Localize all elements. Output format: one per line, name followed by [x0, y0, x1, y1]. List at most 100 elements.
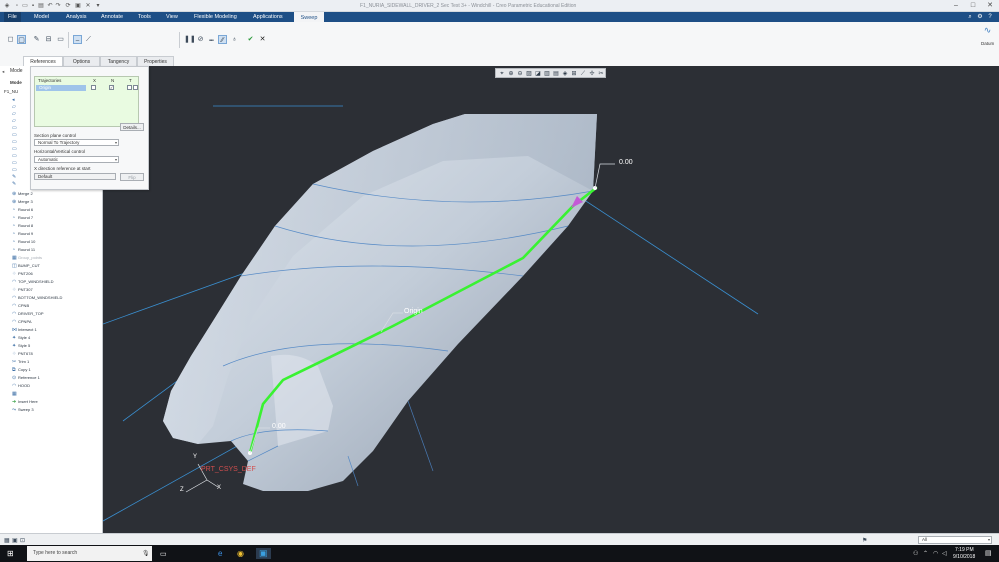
refit-icon[interactable]: ⌖ — [498, 70, 506, 78]
menu-file[interactable]: File — [4, 12, 21, 22]
datum-icon[interactable]: ∿ — [983, 26, 992, 35]
people-icon[interactable]: ⚇ — [913, 550, 918, 557]
solid-icon[interactable]: ◻ — [6, 35, 15, 44]
tab-options[interactable]: Options — [63, 56, 100, 66]
tree-item-pnt678[interactable]: ⁘ PNT678 — [12, 350, 33, 357]
tab-properties[interactable]: Properties — [137, 56, 174, 66]
tree-item[interactable]: ▭ — [12, 159, 18, 166]
menu-analysis[interactable]: Analysis — [62, 12, 90, 22]
tree-item[interactable]: ▦ — [12, 390, 18, 397]
new-icon[interactable]: ▫ — [13, 2, 21, 10]
zoom-out-icon[interactable]: ⊖ — [516, 70, 524, 78]
selection-filter-select[interactable]: All ▾ — [918, 536, 992, 544]
undo-icon[interactable]: ↶ — [46, 2, 54, 10]
menu-annotate[interactable]: Annotate — [97, 12, 127, 22]
tree-item-reference-1[interactable]: ⊙ Reference 1 — [12, 374, 40, 381]
details-button[interactable]: Details... — [120, 123, 144, 131]
clock-date[interactable]: 9/10/2018 — [953, 554, 975, 560]
tree-item[interactable]: ▭ — [12, 152, 18, 159]
maximize-icon[interactable]: □ — [966, 1, 980, 11]
model-tree-tab[interactable]: Mode — [10, 68, 23, 74]
tree-item-intersect-1[interactable]: ⋈Intersect 1 — [12, 326, 37, 333]
microphone-icon[interactable]: 🎙 — [142, 550, 150, 557]
navigator-icon[interactable]: ▦ — [4, 537, 10, 544]
tree-item[interactable]: ✎ — [12, 173, 18, 180]
tree-item-round-10[interactable]: ◔ Round 10 — [12, 238, 35, 245]
menu-view[interactable]: View — [162, 12, 182, 22]
dimension-label-bottom[interactable]: 0.00 — [272, 423, 286, 430]
sketch-icon[interactable]: ✎ — [32, 35, 41, 44]
clock-time[interactable]: 7:19 PM — [955, 547, 974, 553]
edge-icon[interactable]: e — [218, 549, 222, 558]
minimize-icon[interactable]: – — [949, 1, 963, 11]
tree-item[interactable]: ▭ — [12, 138, 18, 145]
tree-item-top-windshield[interactable]: ◠ TOP_WINDSHIELD — [12, 278, 54, 285]
constant-section-icon[interactable]: ⎯ — [73, 35, 82, 44]
tree-item-round-9[interactable]: ◔ Round 9 — [12, 230, 33, 237]
tree-item-insert-here[interactable]: ➜ Insert Here — [12, 398, 38, 405]
tree-item[interactable]: ▱ — [12, 103, 18, 110]
tree-item-round-6[interactable]: ◔ Round 6 — [12, 206, 33, 213]
tree-item-group-points[interactable]: ▦Group_points — [12, 254, 42, 261]
tree-item[interactable]: ✎ — [12, 180, 18, 187]
save-icon[interactable]: ▪ — [29, 2, 37, 10]
tree-item-cpnpa[interactable]: ◠ CPNPA — [12, 318, 31, 325]
tab-tangency[interactable]: Tangency — [100, 56, 137, 66]
full-screen-icon[interactable]: ⊡ — [20, 537, 25, 544]
tree-item-bump-cut[interactable]: ◫BUMP_CUT — [12, 262, 40, 269]
spin-center-icon[interactable]: ✢ — [588, 70, 596, 78]
model-canvas[interactable] — [103, 66, 999, 533]
tree-item-round-11[interactable]: ◔ Round 11 — [12, 246, 35, 253]
tree-item[interactable]: ▭ — [12, 124, 18, 131]
tray-chevron-icon[interactable]: ⌃ — [923, 550, 928, 557]
tab-references[interactable]: References — [23, 56, 63, 66]
menu-model[interactable]: Model — [30, 12, 53, 22]
tree-item[interactable]: ▭ — [12, 131, 18, 138]
datum-display-icon[interactable]: ⊞ — [570, 70, 578, 78]
cancel-x-icon[interactable]: ✕ — [258, 35, 267, 44]
pause-icon[interactable]: ❚❚ — [184, 35, 196, 44]
dynamic-preview-icon[interactable]: ♁ — [230, 35, 239, 44]
repaint-icon[interactable]: ▨ — [525, 70, 533, 78]
tree-item-style-4[interactable]: ✦ Style 4 — [12, 334, 30, 341]
settings-icon[interactable]: ⚙ — [976, 13, 984, 21]
trajectory-row-origin[interactable]: Origin — [36, 85, 86, 91]
tree-item-merge-2[interactable]: ⊕ Merge 2 — [12, 190, 33, 197]
tree-item[interactable]: ▱ — [12, 110, 18, 117]
notifications-icon[interactable]: ▤ — [985, 549, 992, 557]
browser-icon[interactable]: ▣ — [12, 537, 18, 544]
zoom-in-icon[interactable]: ⊕ — [507, 70, 515, 78]
menu-flexible-modeling[interactable]: Flexible Modeling — [190, 12, 241, 22]
selection-filter-icon[interactable]: ⚑ — [862, 537, 867, 544]
surface-icon[interactable]: ▢ — [17, 35, 26, 44]
x-checkbox[interactable] — [91, 85, 96, 90]
tree-item-merge-3[interactable]: ⊕ Merge 3 — [12, 198, 33, 205]
t-option-checkbox[interactable] — [133, 85, 138, 90]
annotation-display-icon[interactable]: ⟋ — [579, 70, 587, 78]
tree-collapse-icon[interactable]: ◂ — [2, 69, 4, 75]
no-preview-icon[interactable]: ⊘ — [196, 35, 205, 44]
taskbar-search-input[interactable]: Type here to search — [27, 546, 152, 561]
close-window-icon[interactable]: ✕ — [84, 2, 92, 10]
remove-material-icon[interactable]: ⊟ — [44, 35, 53, 44]
tree-item[interactable]: ▭ — [12, 145, 18, 152]
print-icon[interactable]: ▤ — [37, 2, 45, 10]
creo-taskbar-icon[interactable]: ▣ — [256, 548, 271, 559]
tree-item-sweep-3[interactable]: ⤳ Sweep 3 — [12, 406, 34, 413]
preview-icon[interactable]: ⑉ — [207, 35, 216, 44]
regenerate-icon[interactable]: ⟳ — [64, 2, 72, 10]
menu-sweep[interactable]: Sweep — [294, 12, 324, 22]
display-style-icon[interactable]: ◪ — [534, 70, 542, 78]
hv-control-select[interactable]: Automatic ▾ — [34, 156, 119, 163]
tree-item-bottom-windshield[interactable]: ◠ BOTTOM_WINDSHIELD — [12, 294, 62, 301]
volume-icon[interactable]: ◁ — [942, 550, 947, 557]
tree-root[interactable]: F1_NU — [4, 89, 18, 94]
menu-tools[interactable]: Tools — [134, 12, 155, 22]
open-icon[interactable]: ▭ — [21, 2, 29, 10]
tree-item-driver-top[interactable]: ◠ DRIVER_TOP — [12, 310, 44, 317]
tree-item-round-7[interactable]: ◔ Round 7 — [12, 214, 33, 221]
saved-orientations-icon[interactable]: ▥ — [543, 70, 551, 78]
tree-item-pnt307[interactable]: ⁘ PNT307 — [12, 286, 33, 293]
flip-button[interactable]: Flip — [120, 173, 144, 181]
task-view-icon[interactable]: ▭ — [160, 550, 167, 558]
